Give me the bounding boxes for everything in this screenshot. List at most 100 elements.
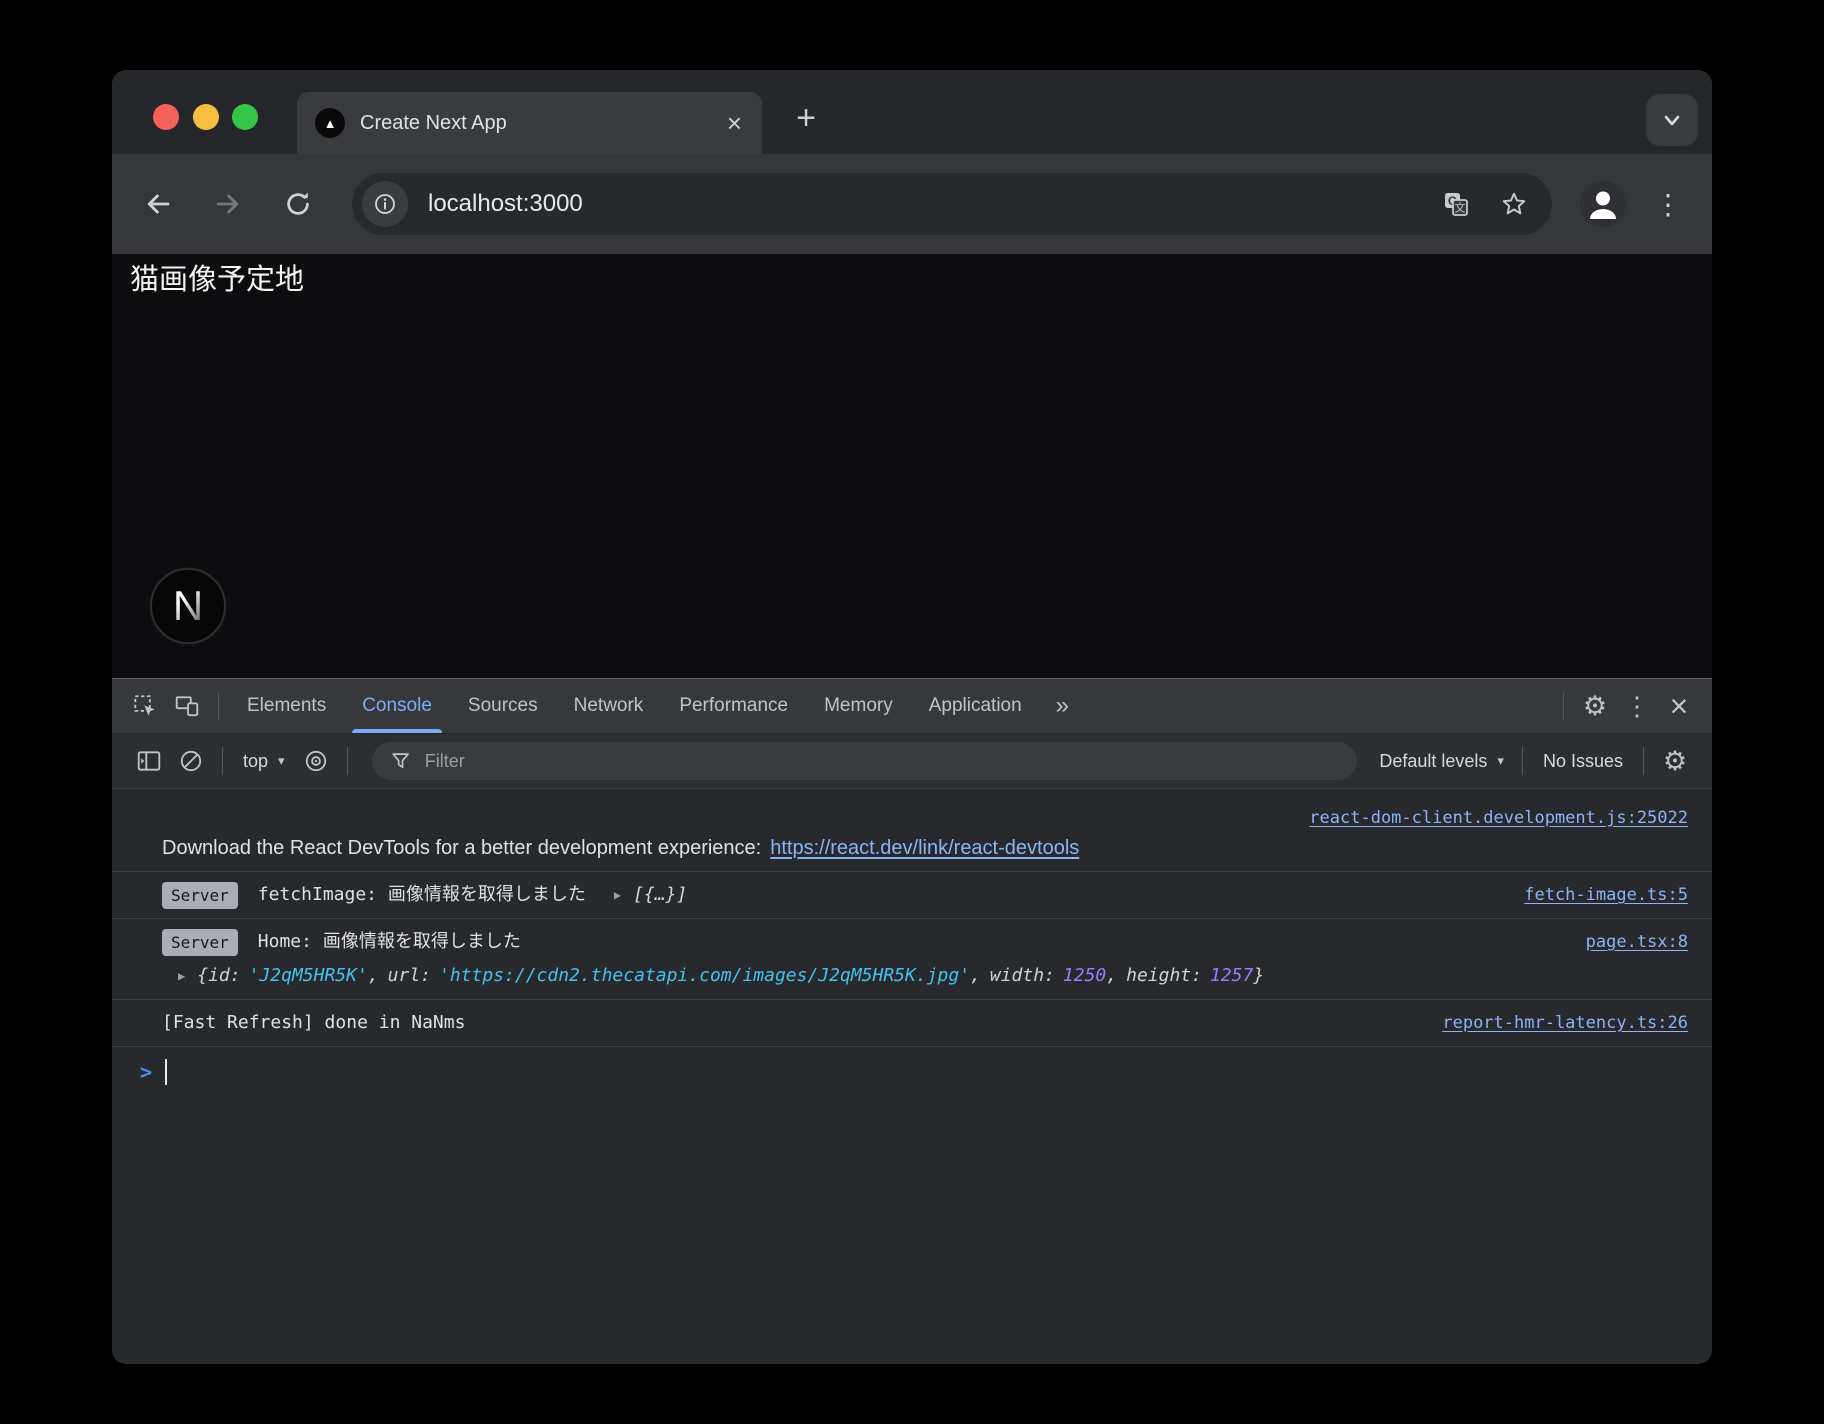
new-tab-button[interactable]: +: [784, 96, 828, 140]
console-messages: react-dom-client.development.js:25022 Do…: [112, 789, 1712, 1364]
comma: ,: [1106, 961, 1117, 991]
devtools-menu-button[interactable]: ⋮: [1616, 685, 1658, 727]
devtools-settings-button[interactable]: ⚙: [1574, 685, 1616, 727]
browser-menu-button[interactable]: ⋮: [1650, 188, 1686, 221]
tab-application[interactable]: Application: [911, 679, 1040, 733]
minimize-window-button[interactable]: [193, 104, 219, 130]
site-info-button[interactable]: [362, 181, 408, 227]
tab-memory[interactable]: Memory: [806, 679, 911, 733]
console-message: Download the React DevTools for a better…: [162, 833, 761, 863]
gear-icon: ⚙: [1663, 748, 1687, 775]
object-number-value: 1250: [1063, 961, 1106, 991]
brace-open: {: [197, 961, 208, 991]
brace-close: }: [1253, 961, 1264, 991]
reload-icon: [283, 189, 313, 219]
translate-button[interactable]: G 文: [1442, 190, 1470, 218]
array-preview[interactable]: [{…}]: [633, 880, 687, 910]
context-label: top: [243, 751, 268, 772]
fullscreen-window-button[interactable]: [232, 104, 258, 130]
server-badge: Server: [162, 882, 238, 909]
expand-triangle-icon[interactable]: ▶: [178, 961, 185, 991]
nextjs-devtools-button[interactable]: N: [150, 568, 226, 644]
funnel-filter-icon: [390, 750, 411, 772]
live-expression-button[interactable]: [295, 740, 337, 782]
device-toolbar-button[interactable]: [166, 685, 208, 727]
forward-arrow-icon: [213, 189, 243, 219]
svg-text:文: 文: [1455, 201, 1466, 215]
issues-counter[interactable]: No Issues: [1533, 751, 1633, 772]
console-toolbar: top ▾ Default levels ▾: [112, 734, 1712, 789]
console-entry: react-dom-client.development.js:25022 Do…: [112, 795, 1712, 872]
devtools-close-button[interactable]: ×: [1658, 685, 1700, 727]
console-message: [Fast Refresh] done in NaNms: [162, 1008, 465, 1038]
object-string-value: 'J2qM5HR5K': [249, 961, 368, 991]
url-text[interactable]: localhost:3000: [428, 190, 1412, 218]
object-key: height:: [1126, 961, 1202, 991]
devtools-tabbar-actions: ⚙ ⋮ ×: [1553, 685, 1712, 727]
context-selector[interactable]: top ▾: [233, 751, 295, 772]
server-badge: Server: [162, 929, 238, 956]
chevron-down-icon: ▾: [278, 753, 285, 769]
info-icon: [373, 192, 397, 216]
react-devtools-link[interactable]: https://react.dev/link/react-devtools: [770, 833, 1079, 863]
bookmark-button[interactable]: [1500, 190, 1528, 218]
address-bar[interactable]: localhost:3000 G 文: [352, 173, 1552, 235]
console-prompt[interactable]: >: [112, 1047, 1712, 1097]
forward-button[interactable]: [206, 182, 250, 226]
reload-button[interactable]: [276, 182, 320, 226]
log-levels-dropdown[interactable]: Default levels ▾: [1371, 751, 1512, 772]
translate-icon: G 文: [1442, 190, 1470, 218]
eye-icon: [303, 748, 329, 774]
kebab-menu-icon: ⋮: [1624, 693, 1650, 719]
object-preview[interactable]: ▶ { id: 'J2qM5HR5K' , url: 'https://cdn2…: [162, 961, 1688, 991]
clear-slash-icon: [178, 748, 204, 774]
source-link[interactable]: react-dom-client.development.js:25022: [1289, 803, 1688, 833]
object-number-value: 1257: [1210, 961, 1253, 991]
profile-button[interactable]: [1580, 181, 1626, 227]
nextjs-favicon-icon: ▲: [315, 108, 345, 138]
source-link[interactable]: fetch-image.ts:5: [1504, 880, 1688, 910]
console-entry: Server Home: 画像情報を取得しました page.tsx:8 ▶ { …: [112, 919, 1712, 1000]
back-arrow-icon: [143, 189, 173, 219]
divider: [1522, 747, 1523, 775]
devtools-panel: Elements Console Sources Network Perform…: [112, 678, 1712, 1364]
tab-elements[interactable]: Elements: [229, 679, 344, 733]
divider: [347, 747, 348, 775]
sidebar-panel-icon: [136, 748, 162, 774]
tab-console[interactable]: Console: [344, 679, 450, 733]
console-filter[interactable]: [372, 742, 1358, 780]
object-key: id:: [208, 961, 241, 991]
inspect-element-button[interactable]: [124, 685, 166, 727]
log-levels-label: Default levels: [1379, 751, 1487, 772]
console-entry: [Fast Refresh] done in NaNms report-hmr-…: [112, 1000, 1712, 1047]
console-settings-button[interactable]: ⚙: [1654, 740, 1696, 782]
object-key: width:: [990, 961, 1055, 991]
tab-performance[interactable]: Performance: [661, 679, 806, 733]
inspect-cursor-icon: [132, 693, 158, 719]
avatar-icon: [1580, 181, 1626, 227]
browser-toolbar: localhost:3000 G 文 ⋮: [112, 154, 1712, 254]
comma: ,: [970, 961, 981, 991]
object-string-value: 'https://cdn2.thecatapi.com/images/J2qM5…: [439, 961, 970, 991]
source-link[interactable]: page.tsx:8: [1566, 927, 1688, 957]
object-key: url:: [388, 961, 431, 991]
clear-console-button[interactable]: [170, 740, 212, 782]
tab-strip: ▲ Create Next App × +: [112, 70, 1712, 154]
browser-tab[interactable]: ▲ Create Next App ×: [297, 92, 762, 154]
tab-network[interactable]: Network: [556, 679, 662, 733]
chevron-down-icon: [1660, 108, 1684, 132]
divider: [1563, 692, 1564, 720]
source-link[interactable]: report-hmr-latency.ts:26: [1422, 1008, 1688, 1038]
tab-sources[interactable]: Sources: [450, 679, 556, 733]
nextjs-logo: N: [173, 582, 203, 630]
tab-search-button[interactable]: [1646, 94, 1698, 146]
console-message: Home: 画像情報を取得しました: [258, 927, 521, 957]
tab-close-icon[interactable]: ×: [725, 110, 744, 136]
console-sidebar-button[interactable]: [128, 740, 170, 782]
filter-input[interactable]: [425, 751, 1340, 772]
close-window-button[interactable]: [153, 104, 179, 130]
back-button[interactable]: [136, 182, 180, 226]
divider: [222, 747, 223, 775]
more-tabs-button[interactable]: »: [1040, 692, 1085, 720]
expand-triangle-icon[interactable]: ▶: [614, 880, 621, 910]
